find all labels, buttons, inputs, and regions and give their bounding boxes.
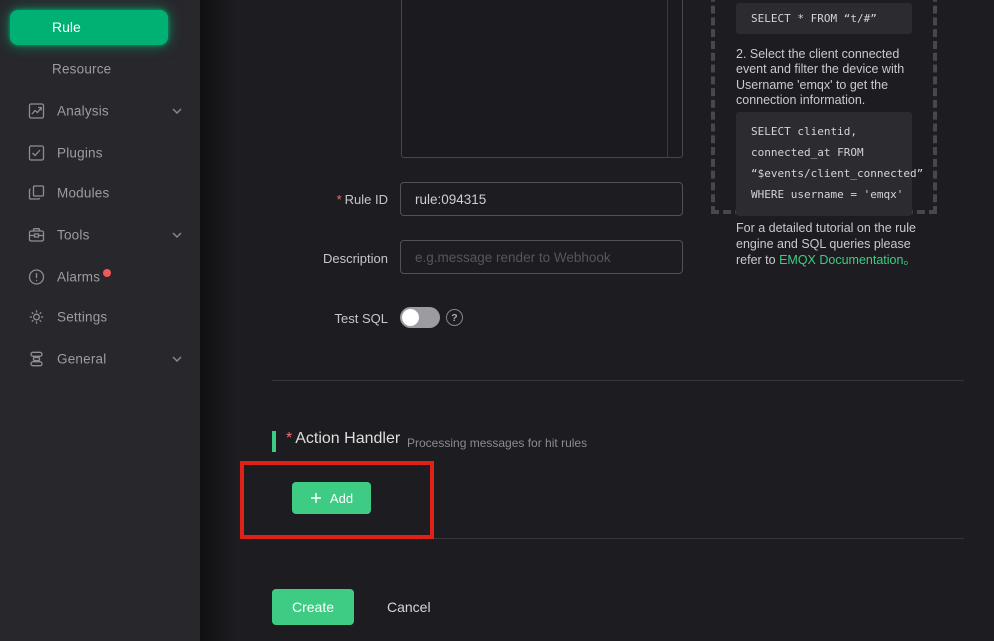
emqx-dashboard-create-rule-page: Rule Resource Analysis [0, 0, 994, 641]
sidebar-item-label: Alarms [57, 269, 100, 284]
sidebar-item-label: Settings [57, 309, 107, 324]
required-asterisk: * [286, 430, 292, 447]
action-handler-title: *Action Handler [286, 430, 400, 448]
sidebar-item-general[interactable]: General [0, 338, 200, 379]
sidebar-item-plugins[interactable]: Plugins [0, 132, 200, 173]
toggle-knob [402, 309, 419, 326]
rule-id-input[interactable] [400, 182, 683, 216]
sidebar-item-analysis[interactable]: Analysis [0, 90, 200, 131]
help-question-icon[interactable]: ? [446, 309, 463, 326]
section-accent-bar [272, 431, 276, 452]
sidebar: Rule Resource Analysis [0, 0, 200, 641]
sql-example-2-code: SELECT clientid, connected_at FROM “$eve… [736, 112, 912, 216]
sidebar-item-label: Modules [57, 185, 109, 200]
sidebar-item-label: Resource [52, 61, 111, 76]
required-asterisk: * [337, 192, 342, 207]
sidebar-item-label: Plugins [57, 145, 103, 160]
sidebar-item-label: Tools [57, 227, 90, 242]
description-input[interactable] [400, 240, 683, 274]
test-sql-label: Test SQL [230, 311, 388, 326]
plus-icon [310, 492, 322, 504]
code-line: WHERE username = 'emqx' [751, 184, 912, 205]
analysis-chart-icon [28, 102, 45, 119]
section-divider-top [272, 380, 964, 381]
sql-editor[interactable] [401, 0, 683, 158]
tutorial-footer-text: For a detailed tutorial on the rule engi… [736, 221, 928, 268]
code-line: connected_at FROM [751, 142, 912, 163]
code-line: “$events/client_connected” [751, 163, 912, 184]
alarm-badge-dot [103, 269, 111, 277]
modules-copy-icon [28, 184, 45, 201]
sidebar-item-rule[interactable]: Rule [10, 10, 168, 45]
sql-example-1-code: SELECT * FROM “t/#” [736, 3, 912, 34]
action-handler-subtitle: Processing messages for hit rules [407, 436, 587, 450]
add-button-label: Add [330, 491, 353, 506]
create-button[interactable]: Create [272, 589, 354, 625]
cancel-button[interactable]: Cancel [387, 599, 431, 615]
settings-gear-icon [28, 308, 45, 325]
alarms-exclamation-icon [28, 268, 45, 285]
rule-id-label: *Rule ID [230, 192, 388, 207]
sidebar-item-label: Analysis [57, 103, 109, 118]
sidebar-item-settings[interactable]: Settings [0, 296, 200, 337]
add-action-button[interactable]: Add [292, 482, 371, 514]
general-stack-icon [28, 350, 45, 367]
chevron-down-icon [172, 232, 182, 238]
code-line: SELECT clientid, [751, 121, 912, 142]
section-divider-bottom [272, 538, 964, 539]
sidebar-item-tools[interactable]: Tools [0, 214, 200, 255]
emqx-documentation-link[interactable]: EMQX Documentation。 [779, 253, 916, 267]
chevron-down-icon [172, 108, 182, 114]
tools-briefcase-icon [28, 226, 45, 243]
description-label: Description [230, 251, 388, 266]
sidebar-shadow [200, 0, 236, 641]
sql-example-tip-text: 2. Select the client connected event and… [736, 47, 928, 109]
sidebar-item-alarms[interactable]: Alarms [0, 256, 200, 297]
sidebar-item-resource[interactable]: Resource [0, 48, 200, 89]
editor-scrollbar-gutter[interactable] [667, 0, 668, 157]
chevron-down-icon [172, 356, 182, 362]
sidebar-item-modules[interactable]: Modules [0, 172, 200, 213]
sidebar-item-label: General [57, 351, 106, 366]
test-sql-toggle[interactable] [400, 307, 440, 328]
plugins-checkbox-icon [28, 144, 45, 161]
